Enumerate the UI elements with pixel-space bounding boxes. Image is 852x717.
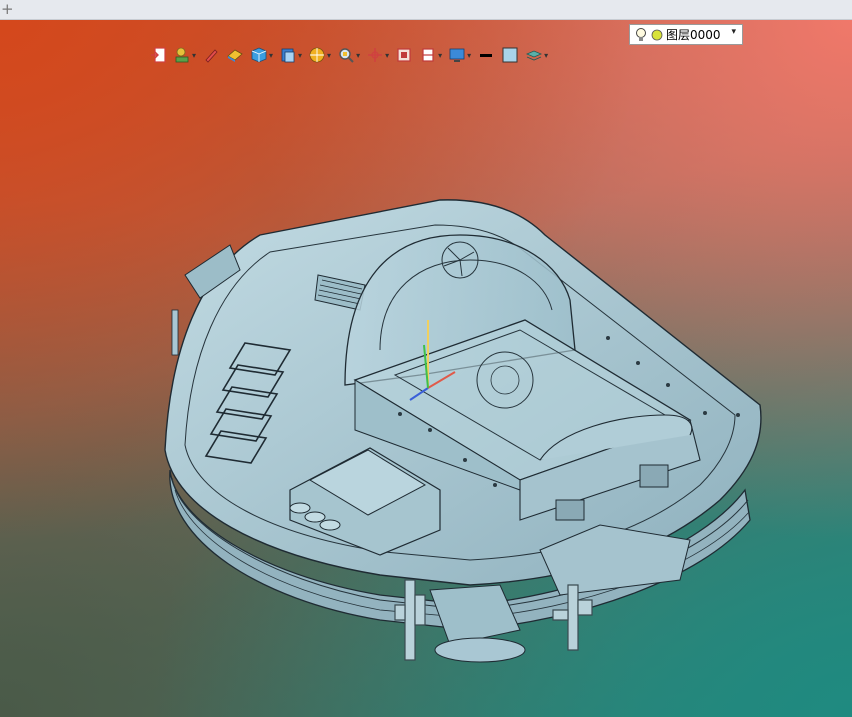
import-icon xyxy=(151,47,166,63)
zoom-button[interactable]: ▾ xyxy=(335,44,362,66)
cad-model[interactable] xyxy=(0,20,852,717)
bulb-icon[interactable] xyxy=(635,27,647,43)
page-button[interactable]: ▾ xyxy=(277,44,304,66)
chevron-down-icon: ▾ xyxy=(327,50,332,60)
fill-color-button[interactable] xyxy=(499,44,521,66)
layers-icon xyxy=(526,50,543,61)
chevron-down-icon: ▾ xyxy=(438,50,443,60)
chevron-down-icon: ▾ xyxy=(385,50,390,60)
chevron-down-icon: ▾ xyxy=(298,50,303,60)
fill-color-icon xyxy=(502,47,518,63)
section-button[interactable]: ▾ xyxy=(417,44,444,66)
chevron-down-icon[interactable]: ▾ xyxy=(731,27,736,37)
line-color-icon xyxy=(480,54,493,57)
section-icon xyxy=(422,48,434,62)
light-icon xyxy=(175,47,189,63)
3d-viewport[interactable]: ▾ ▾ ▾ ▾ ▾ ▾ ▾ ▾ ▾ 图层0000 ▾ xyxy=(0,20,852,717)
cube-icon xyxy=(251,47,267,63)
axis-button[interactable]: ▾ xyxy=(364,44,391,66)
chevron-down-icon: ▾ xyxy=(356,50,361,60)
layer-select[interactable]: 图层0000 ▾ xyxy=(629,24,743,45)
chevron-down-icon: ▾ xyxy=(192,50,197,60)
frame-icon xyxy=(397,48,411,62)
cube-button[interactable]: ▾ xyxy=(248,44,275,66)
chevron-down-icon: ▾ xyxy=(467,50,472,60)
layer-name: 图层0000 xyxy=(666,28,721,42)
tab-strip: + xyxy=(0,0,852,20)
pen-button[interactable] xyxy=(200,44,222,66)
pen-icon xyxy=(205,49,218,63)
eraser-icon xyxy=(227,49,243,62)
layer-status-icon[interactable] xyxy=(651,29,663,41)
layers-button[interactable]: ▾ xyxy=(523,44,550,66)
light-button[interactable]: ▾ xyxy=(171,44,198,66)
chevron-down-icon: ▾ xyxy=(269,50,274,60)
new-tab-button[interactable]: + xyxy=(1,0,14,18)
eraser-button[interactable] xyxy=(224,44,246,66)
render-icon xyxy=(309,47,325,63)
axis-icon xyxy=(368,48,383,62)
render-button[interactable]: ▾ xyxy=(306,44,333,66)
import-button[interactable] xyxy=(147,44,169,66)
view-toolbar: ▾ ▾ ▾ ▾ ▾ ▾ ▾ ▾ ▾ xyxy=(147,42,550,68)
line-color-button[interactable] xyxy=(475,44,497,66)
frame-button[interactable] xyxy=(393,44,415,66)
zoom-icon xyxy=(339,48,354,63)
monitor-icon xyxy=(449,48,465,62)
chevron-down-icon: ▾ xyxy=(544,50,549,60)
monitor-button[interactable]: ▾ xyxy=(446,44,473,66)
page-icon xyxy=(281,48,295,63)
